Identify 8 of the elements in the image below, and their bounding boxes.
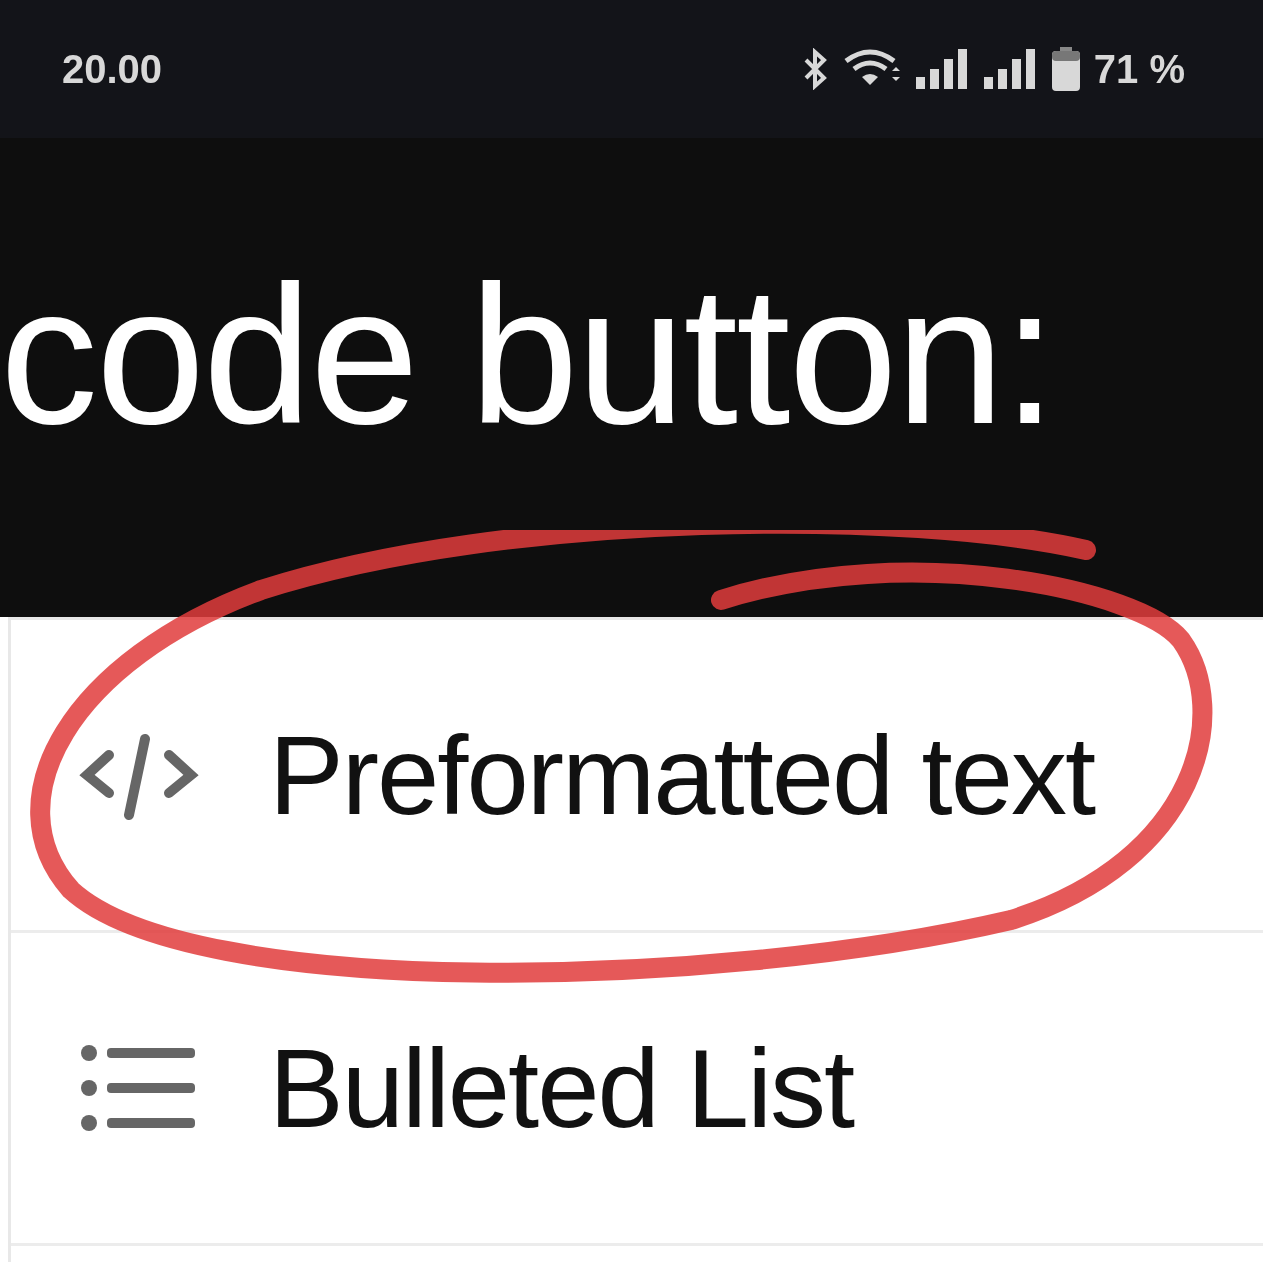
menu-item[interactable]: Preformatted text (11, 620, 1263, 933)
heading: code button: (0, 245, 1056, 454)
signal-icon (983, 47, 1038, 91)
menu-item[interactable]: Bulleted List (11, 933, 1263, 1246)
battery-icon (1051, 47, 1080, 91)
battery-percentage: 71 % (1093, 46, 1185, 92)
status-time: 20.00 (62, 46, 163, 92)
signal-icon (915, 47, 970, 91)
